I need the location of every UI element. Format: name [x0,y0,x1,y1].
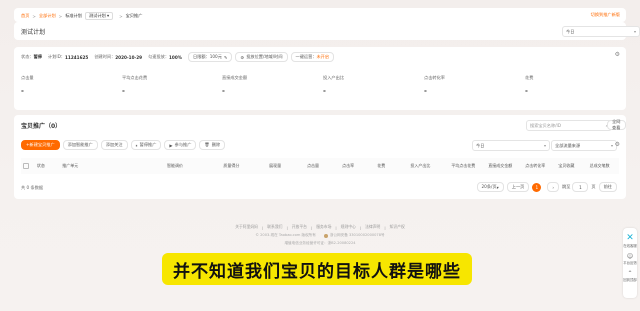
product-table: 状态 推广单元 智能调价 质量得分 展现量 点击量 点击率 花费 投入产出比 平… [21,158,619,174]
pagination: 20条/页 ▾ 上一页 1 › 跳至 1 页 前往 [476,182,620,192]
product-date-select[interactable]: 今日 ▾ [472,140,550,151]
page-1[interactable]: 1 [532,182,542,192]
pause-promotion-button[interactable]: ⏸ 暂停推广 [130,140,162,150]
plan-date-select[interactable]: 今日 ▾ [562,26,640,37]
product-title: 宝贝推广（0） [21,123,62,130]
trash-icon: 🗑 [204,142,210,147]
metric-cvr: 点击转化率 - [424,75,445,95]
col-cvr: 点击转化率 [523,158,557,174]
back-to-top-icon[interactable]: ⌃ [623,270,637,277]
select-all-checkbox[interactable] [23,162,29,169]
col-cost: 花费 [375,158,409,174]
traffic-source-select[interactable]: 全部流量来源 ▾ [551,140,617,151]
metric-clicks: 点击量 - [21,75,34,95]
breadcrumb-plan-select[interactable]: 测试计划 ▾ [84,12,114,20]
add-follow-button[interactable]: 添加关注 [100,140,128,150]
table-settings-gear-icon[interactable]: ⚙ [615,141,620,148]
col-status[interactable]: 状态 [34,158,61,174]
view-all-button[interactable]: 全网查看 [607,119,626,130]
col-ctr: 点击率 [340,158,376,174]
breadcrumb-home[interactable]: 首页 [21,13,29,19]
customer-service-icon[interactable]: ✕ [623,233,637,243]
metric-roi: 投入产出比 - [323,75,344,95]
product-promotion-panel: 宝贝推广（0） 搜索宝贝名称/ID⌕ 全网查看 +新建宝贝推广 添加智能推广 添… [14,115,626,199]
next-page-button[interactable]: › [547,182,560,192]
metric-direct-gmv: 直接成交金额 - [222,75,248,95]
plan-date: 2020-10-29 [115,54,143,60]
col-clicks: 点击量 [305,158,341,174]
pause-icon: ⏸ [135,142,138,148]
col-impressions: 展现量 [267,158,306,174]
col-favorites: 宝贝收藏 [556,158,588,174]
play-icon: ▶ [169,142,173,148]
breadcrumb: 首页 > 全部计划 > 标准计划 测试计划 ▾ > 宝贝推广 [21,12,143,20]
metric-cost: 花费 - [525,75,534,95]
floating-sidebar: ✕ 在线客服 ☺ 平台反馈 ⌃ 回到顶部 [623,228,637,298]
budget-button[interactable]: 日限额： 100元 ✎ [187,52,233,62]
delivery-settings-button[interactable]: ⚙ 投放位置/地域/时间 [235,52,288,62]
metric-avg-cpc: 平均点击花费 - [122,75,148,95]
page-jump-input[interactable]: 1 [572,182,589,192]
page-size-select[interactable]: 20条/页 ▾ [476,182,504,192]
breadcrumb-current: 宝贝推广 [125,13,143,18]
smooth-delivery: 100% [169,54,182,60]
add-smart-promotion-button[interactable]: 添加智能推广 [62,140,98,150]
chevron-down-icon: ▾ [633,29,636,34]
switch-version-link[interactable]: 切换到推广新版 [591,12,620,18]
total-count: 共 0 条数据 [21,185,44,190]
product-search-input[interactable]: 搜索宝贝名称/ID⌕ [526,120,612,131]
breadcrumb-standard-plan[interactable]: 标准计划 [65,13,82,19]
col-smart-bid: 智能调价 [165,158,222,174]
prev-page-button[interactable]: 上一页 [506,182,530,192]
plan-title: 测试计划 [21,29,46,36]
col-quality: 质量得分 [221,158,268,174]
new-product-promotion-button[interactable]: +新建宝贝推广 [21,140,60,150]
join-promotion-button[interactable]: ▶ 参与推广 [164,140,197,150]
footer-copyright: © 2003-现在 Taobao.com 版权所有 浙公网安备 33010002… [255,233,385,238]
breadcrumb-bar: 首页 > 全部计划 > 标准计划 测试计划 ▾ > 宝贝推广 切换到推广新版 [14,8,626,22]
col-avg-cpc: 平均点击花费 [449,158,487,174]
product-toolbar: +新建宝贝推广 添加智能推广 添加关注 ⏸ 暂停推广 ▶ 参与推广 🗑 删除 [21,140,228,150]
footer-license: 增值电信业务经营许可证：浙B2-20080224 [284,241,356,245]
col-unit: 推广单元 [60,158,165,174]
footer-links: 关于阿里妈妈 | 联系我们 | 开放平台 | 服务市场 | 规则中心 | 法律声明 | 知识… [235,224,405,230]
plan-status-row: 状态： 暂停 计划ID： 11241625 创建时间： 2020-10-29 匀… [21,52,337,62]
settings-gear-icon[interactable]: ⚙ [615,51,620,58]
edit-icon: ✎ [223,54,228,60]
plan-status: 暂停 [33,54,42,59]
breadcrumb-all-plans[interactable]: 全部计划 [39,13,56,19]
col-direct-gmv: 直接成交金额 [486,158,524,174]
gear-icon: ⚙ [240,54,245,60]
go-button[interactable]: 前往 [598,182,617,192]
col-orders: 总成交笔数 [587,158,619,174]
delete-button[interactable]: 🗑 删除 [199,140,226,150]
table-header-row: 状态 推广单元 智能调价 质量得分 展现量 点击量 点击率 花费 投入产出比 平… [21,158,619,174]
col-roi: 投入产出比 [408,158,450,174]
one-click-optimize-button[interactable]: 一键运营： 未开启 [290,52,335,62]
feedback-icon[interactable]: ☺ [623,253,637,260]
video-subtitle: 并不知道我们宝贝的目标人群是哪些 [162,253,472,285]
plan-id: 11241625 [65,54,89,60]
plan-header: 测试计划 今日 ▾ [14,22,640,40]
police-badge-icon [323,233,328,238]
